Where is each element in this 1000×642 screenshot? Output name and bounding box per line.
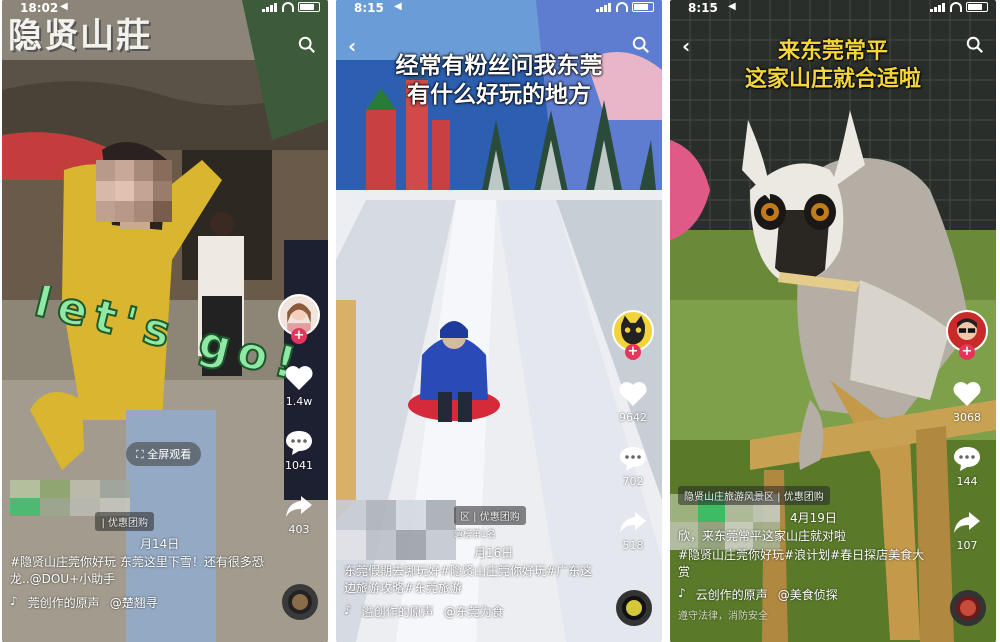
back-arrow-icon[interactable]: ‹ [14,34,22,58]
music-title: 溢创作的原声 [361,604,434,619]
comment-count: 702 [622,475,644,488]
overlay-title-line-2: 有什么好玩的地方 [407,81,591,108]
like-button[interactable]: 1.4w [284,364,314,408]
video-info: 区 | 优惠团购 道榜第1名 月16日 东莞假期去哪玩好#隐贤山庄莞你好玩#广东… [344,506,598,620]
share-count: 107 [956,539,978,552]
heart-icon [285,366,313,390]
comment-icon [954,447,980,471]
comment-button[interactable]: 1041 [284,428,314,472]
video-panel-2[interactable]: 8:15 ◀ ‹ 经常有粉丝问我东莞 有什么好玩的地方 + 9642 702 5… [336,0,662,642]
poi-rank: 道榜第1名 [454,530,496,540]
share-button[interactable]: 107 [952,508,982,552]
signal-icon [596,2,612,12]
tiktok-note-icon: ♪ [678,586,686,601]
wifi-icon [616,2,628,12]
svg-text:let's go!: let's go! [30,286,298,392]
heart-icon [953,382,981,406]
share-arrow-icon [620,512,646,533]
share-arrow-icon [954,512,980,533]
music-info[interactable]: ♪ 莞创作的原声 @楚翘寻 [10,594,264,611]
comment-button[interactable]: 702 [618,444,648,488]
like-count: 1.4w [285,395,313,408]
action-sidebar: + 3068 144 107 [942,310,992,552]
music-disc-icon[interactable] [616,590,652,626]
share-button[interactable]: 518 [618,508,648,552]
tiktok-note-icon: ♪ [10,593,18,608]
battery-icon [298,2,320,12]
status-time: 8:15 [354,1,384,15]
video-caption[interactable]: #隐贤山庄莞你好玩#浪计划#春日探店美食大赏 [678,547,932,581]
status-time: 8:15 [688,1,718,15]
like-button[interactable]: 9642 [618,380,648,424]
music-author: @东莞为食 [443,604,504,619]
follow-plus-button[interactable]: + [291,328,307,344]
music-disc-icon[interactable] [282,584,318,620]
overlay-title-line-1: 经常有粉丝问我东莞 [395,53,603,79]
like-count: 3068 [953,411,981,424]
post-date: 4月19日 [790,511,837,525]
wifi-icon [950,2,962,12]
battery-icon [632,2,654,12]
video-caption[interactable]: #隐贤山庄莞你好玩 东莞这里下雪！还有很多恐龙..@DOU+小助手 [10,554,264,588]
comment-button[interactable]: 144 [952,444,982,488]
video-info: 隐贤山庄旅游风景区 | 优惠团购 4月19日 欣，来东莞常平这家山庄就对啦 #隐… [678,486,932,622]
fullscreen-button[interactable]: ⛶ 全屏观看 [126,442,202,466]
lets-go-sticker: let's go! [29,286,298,393]
comment-count: 1041 [285,459,313,472]
comment-icon [286,431,312,455]
action-sidebar: + 1.4w 1041 403 [274,294,324,536]
comment-icon [620,447,646,471]
post-date: 月14日 [140,537,180,551]
status-bar: 8:15 ◀ [336,0,662,18]
share-button[interactable]: 403 [284,492,314,536]
status-bar: 8:15 ◀ [670,0,996,18]
video-caption[interactable]: 东莞假期去哪玩好#隐贤山庄莞你好玩#广东这边旅游攻略#东莞旅游 [344,563,598,597]
fullscreen-label: 全屏观看 [147,448,192,461]
video-panel-3[interactable]: 8:15 ◀ ‹ 来东莞常平 这家山庄就合适啦 + 3068 144 107 隐… [670,0,996,642]
music-info[interactable]: ♪ 云创作的原声 @美食侦探 [678,586,932,603]
location-arrow-icon: ◀ [394,1,402,12]
video-caption-prefix: 欣，来东莞常平这家山庄就对啦 [678,529,847,543]
share-count: 518 [622,539,644,552]
park-sign-text: 隐贤山莊 [8,16,152,56]
location-arrow-icon: ◀ [728,1,736,12]
overlay-title: 经常有粉丝问我东莞 有什么好玩的地方 [336,52,662,110]
wifi-icon [282,2,294,12]
fullscreen-icon: ⛶ [136,448,148,461]
comment-count: 144 [956,475,978,488]
poi-tag[interactable]: 隐贤山庄旅游风景区 | 优惠团购 [678,486,830,505]
like-button[interactable]: 3068 [952,380,982,424]
overlay-title-line-2: 这家山庄就合适啦 [744,66,921,92]
share-arrow-icon [286,496,312,517]
share-count: 403 [288,523,310,536]
signal-icon [930,2,946,12]
follow-plus-button[interactable]: + [959,344,975,360]
music-author: @美食侦探 [777,588,838,603]
overlay-title: 来东莞常平 这家山庄就合适啦 [670,38,996,93]
video-info: | 优惠团购 月14日 #隐贤山庄莞你好玩 东莞这里下雪！还有很多恐龙..@DO… [10,512,264,611]
music-title: 莞创作的原声 [27,595,100,610]
music-info[interactable]: ♪ 溢创作的原声 @东莞为食 [344,603,598,620]
like-count: 9642 [619,411,647,424]
video-panel-1[interactable]: 18:02 ◀ 隐贤山莊 ‹ let's go! ⛶ 全屏观看 + 1.4w 1… [2,0,328,642]
poi-tag[interactable]: | 优惠团购 [95,512,154,531]
tiktok-note-icon: ♪ [344,602,352,617]
music-title: 云创作的原声 [695,588,768,603]
music-author: @楚翘寻 [109,595,158,610]
action-sidebar: + 9642 702 518 [608,310,658,552]
battery-icon [966,2,988,12]
follow-plus-button[interactable]: + [625,344,641,360]
post-date: 月16日 [474,546,514,560]
overlay-title-line-1: 来东莞常平 [777,39,888,64]
footer-notice: 遵守法律，消防安全 [678,611,768,623]
heart-icon [619,382,647,406]
poi-tag[interactable]: 区 | 优惠团购 [454,506,526,525]
search-icon[interactable] [298,36,316,54]
music-disc-icon[interactable] [950,590,986,626]
blurred-username [10,480,130,516]
